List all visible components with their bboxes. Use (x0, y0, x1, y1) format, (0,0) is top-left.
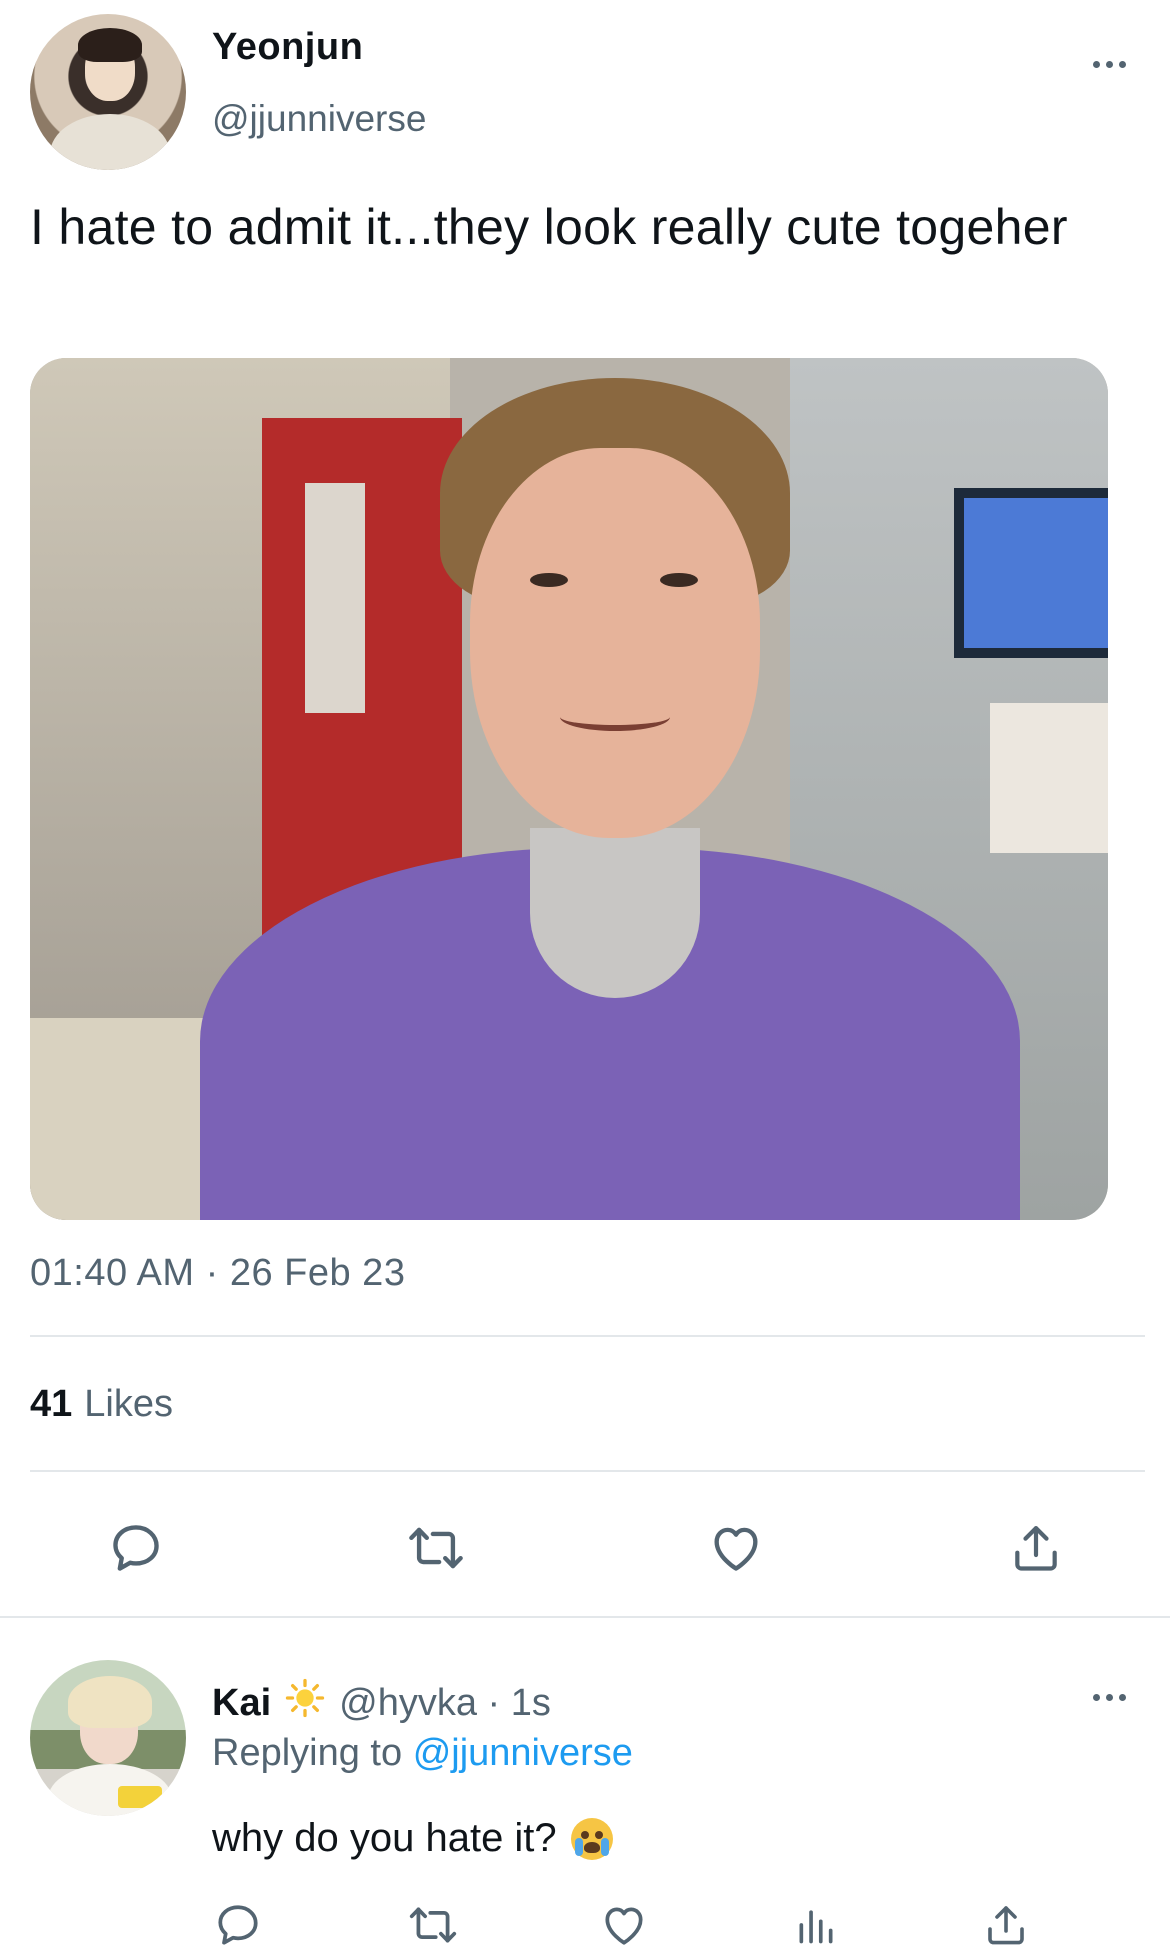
media-door-window (305, 483, 365, 713)
speech-bubble-icon (113, 1525, 159, 1571)
likes-count: 41 (30, 1383, 73, 1425)
author-name[interactable]: Yeonjun (212, 26, 363, 69)
thread-divider (0, 1616, 1170, 1618)
reply-author-name[interactable]: Kai (212, 1682, 271, 1725)
avatar-hair (68, 1676, 152, 1728)
avatar-shirt (50, 114, 170, 170)
reply-header: Kai @hyvka · 1s (212, 1678, 551, 1728)
likes-label: Likes (84, 1383, 173, 1425)
share-upload-icon (988, 1906, 1024, 1945)
speech-bubble-icon (218, 1905, 258, 1945)
divider (30, 1470, 1145, 1472)
divider (30, 1335, 1145, 1337)
more-dot (1118, 1693, 1126, 1701)
retweet-icon (409, 1527, 463, 1569)
reply-text-container: why do you hate it? (212, 1816, 613, 1861)
reply-text: why do you hate it? (212, 1816, 557, 1860)
reply-author-avatar[interactable] (30, 1660, 186, 1816)
reply-share-button[interactable] (976, 1900, 1036, 1950)
more-options-button[interactable] (1085, 52, 1133, 76)
author-avatar[interactable] (30, 14, 186, 170)
more-dot (1105, 1693, 1113, 1701)
more-dot (1105, 60, 1113, 68)
author-handle[interactable]: @jjunniverse (212, 98, 426, 140)
media-poster (990, 703, 1108, 853)
media-eye (660, 573, 698, 587)
tweet-media-image[interactable] (30, 358, 1108, 1220)
heart-icon (605, 1907, 643, 1945)
media-face (470, 448, 760, 838)
more-dots-icon (1092, 1693, 1100, 1701)
reply-analytics-button[interactable] (786, 1900, 846, 1950)
reply-retweet-button[interactable] (400, 1900, 466, 1950)
more-dots-icon (1092, 60, 1100, 68)
reply-more-options-button[interactable] (1085, 1685, 1133, 1709)
sun-icon (285, 1678, 325, 1728)
replying-mention-link[interactable]: @jjunniverse (413, 1732, 633, 1774)
avatar-shirt-badge (118, 1786, 162, 1808)
likes-stat[interactable]: 41 Likes (30, 1383, 173, 1426)
media-mouth (560, 703, 670, 731)
retweet-icon (409, 1907, 457, 1943)
reply-button[interactable] (100, 1512, 172, 1584)
share-upload-icon (1015, 1526, 1057, 1571)
tweet-text: I hate to admit it...they look really cu… (30, 199, 1068, 255)
replying-prefix: Replying to (212, 1732, 403, 1774)
reply-author-handle[interactable]: @hyvka · 1s (339, 1682, 551, 1725)
media-eye (530, 573, 568, 587)
tweet-timestamp[interactable]: 01:40 AM · 26 Feb 23 (30, 1252, 405, 1295)
replying-to-line: Replying to @jjunniverse (212, 1732, 633, 1775)
like-button[interactable] (700, 1512, 772, 1584)
reply-reply-button[interactable] (208, 1900, 268, 1950)
bar-chart-icon (799, 1910, 833, 1944)
reply-like-button[interactable] (594, 1900, 654, 1950)
crying-face-icon (570, 1817, 613, 1860)
media-neck (530, 828, 700, 998)
retweet-button[interactable] (396, 1512, 476, 1584)
heart-icon (714, 1527, 758, 1571)
more-dot (1118, 60, 1126, 68)
media-tv-screen (964, 498, 1108, 648)
avatar-hair (78, 28, 142, 62)
share-button[interactable] (1000, 1512, 1072, 1584)
